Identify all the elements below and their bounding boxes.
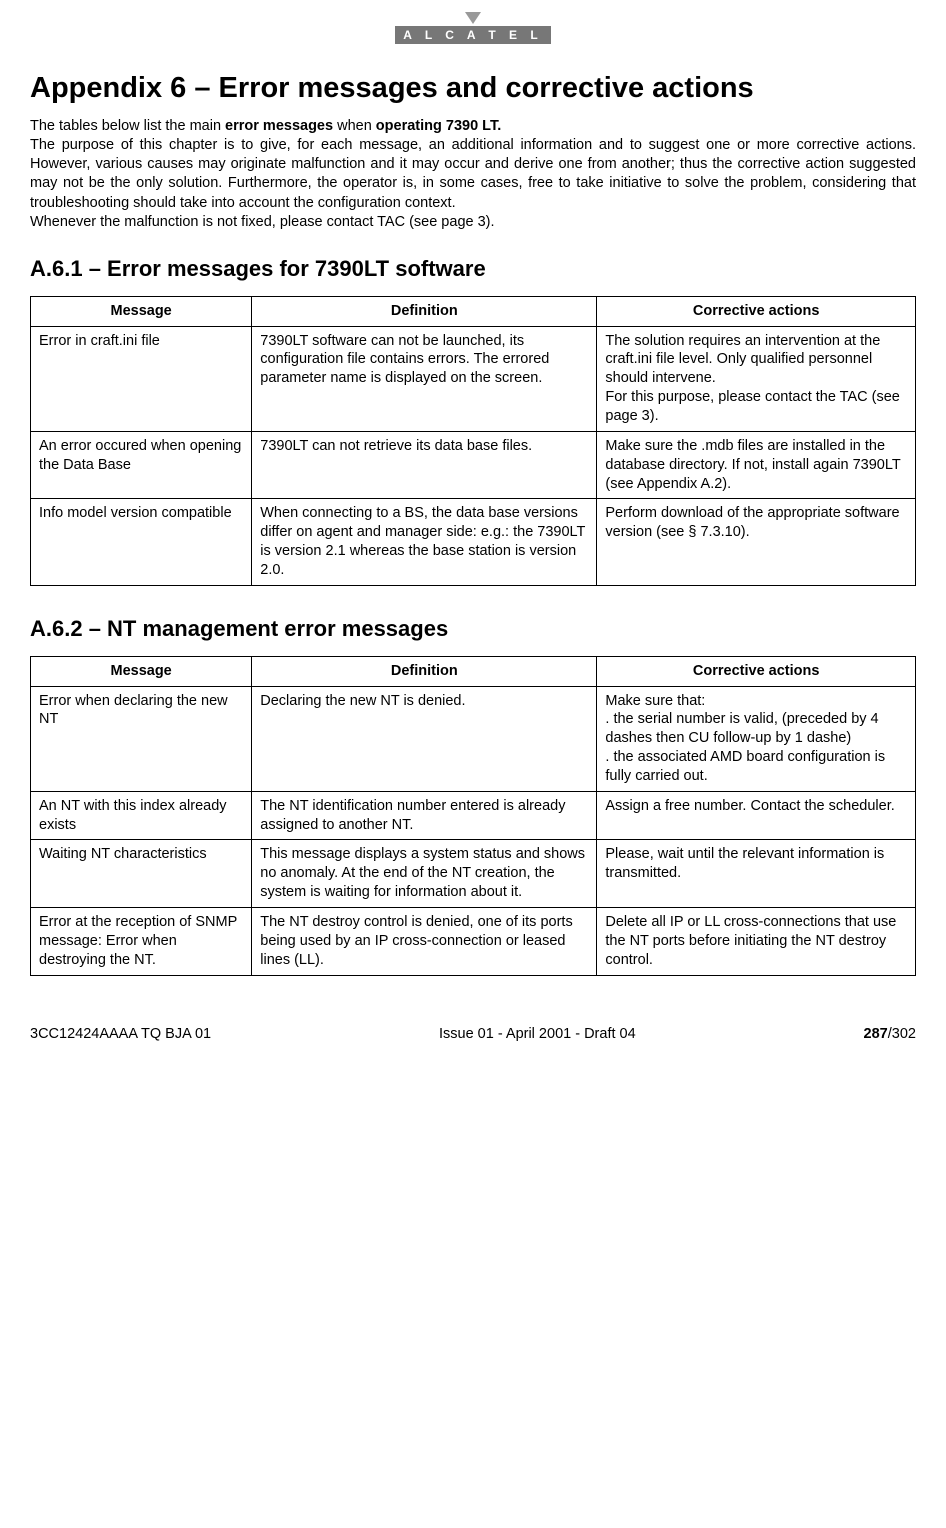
table-row: Error at the reception of SNMP message: … [31, 908, 916, 976]
page-footer: 3CC12424AAAA TQ BJA 01 Issue 01 - April … [30, 1026, 916, 1042]
page-title: Appendix 6 – Error messages and correcti… [30, 72, 916, 105]
intro-text: when [333, 118, 376, 134]
section-heading-2: A.6.2 – NT management error messages [30, 616, 916, 642]
table-header-row: Message Definition Corrective actions [31, 656, 916, 686]
col-header-actions: Corrective actions [597, 656, 916, 686]
intro-paragraph: The tables below list the main error mes… [30, 117, 916, 232]
footer-issue: Issue 01 - April 2001 - Draft 04 [439, 1026, 636, 1042]
table-row: An NT with this index already exists The… [31, 791, 916, 840]
col-header-message: Message [31, 296, 252, 326]
page-total: /302 [888, 1026, 916, 1042]
table-header-row: Message Definition Corrective actions [31, 296, 916, 326]
footer-doc-id: 3CC12424AAAA TQ BJA 01 [30, 1026, 211, 1042]
table-row: Info model version compatible When conne… [31, 499, 916, 585]
cell-message: Error in craft.ini file [31, 326, 252, 431]
table-row: Error in craft.ini file 7390LT software … [31, 326, 916, 431]
intro-para2: The purpose of this chapter is to give, … [30, 137, 916, 210]
col-header-actions: Corrective actions [597, 296, 916, 326]
intro-bold-2: operating 7390 LT. [376, 118, 501, 134]
cell-message: Error at the reception of SNMP message: … [31, 908, 252, 976]
logo-triangle-icon [465, 12, 481, 24]
cell-message: An NT with this index already exists [31, 791, 252, 840]
cell-definition: 7390LT software can not be launched, its… [252, 326, 597, 431]
cell-actions: Make sure that:. the serial number is va… [597, 686, 916, 791]
cell-actions: Please, wait until the relevant informat… [597, 840, 916, 908]
table-row: An error occured when opening the Data B… [31, 431, 916, 499]
error-table-2: Message Definition Corrective actions Er… [30, 656, 916, 976]
cell-actions: The solution requires an intervention at… [597, 326, 916, 431]
col-header-definition: Definition [252, 656, 597, 686]
page-current: 287 [864, 1026, 888, 1042]
footer-page-number: 287/302 [864, 1026, 916, 1042]
cell-actions: Make sure the .mdb files are installed i… [597, 431, 916, 499]
intro-text: The tables below list the main [30, 118, 225, 134]
table-row: Error when declaring the new NT Declarin… [31, 686, 916, 791]
cell-message: Error when declaring the new NT [31, 686, 252, 791]
intro-para3: Whenever the malfunction is not fixed, p… [30, 214, 495, 230]
cell-actions: Perform download of the appropriate soft… [597, 499, 916, 585]
cell-definition: When connecting to a BS, the data base v… [252, 499, 597, 585]
error-table-1: Message Definition Corrective actions Er… [30, 296, 916, 586]
table-row: Waiting NT characteristics This message … [31, 840, 916, 908]
cell-message: Waiting NT characteristics [31, 840, 252, 908]
cell-definition: Declaring the new NT is denied. [252, 686, 597, 791]
cell-definition: 7390LT can not retrieve its data base fi… [252, 431, 597, 499]
cell-actions: Assign a free number. Contact the schedu… [597, 791, 916, 840]
cell-actions: Delete all IP or LL cross-connections th… [597, 908, 916, 976]
logo-text: A L C A T E L [395, 26, 550, 44]
brand-logo: A L C A T E L [395, 12, 550, 44]
intro-bold-1: error messages [225, 118, 333, 134]
cell-definition: This message displays a system status an… [252, 840, 597, 908]
col-header-message: Message [31, 656, 252, 686]
cell-message: Info model version compatible [31, 499, 252, 585]
cell-definition: The NT identification number entered is … [252, 791, 597, 840]
cell-definition: The NT destroy control is denied, one of… [252, 908, 597, 976]
cell-message: An error occured when opening the Data B… [31, 431, 252, 499]
logo-area: A L C A T E L [30, 12, 916, 44]
section-heading-1: A.6.1 – Error messages for 7390LT softwa… [30, 256, 916, 282]
col-header-definition: Definition [252, 296, 597, 326]
